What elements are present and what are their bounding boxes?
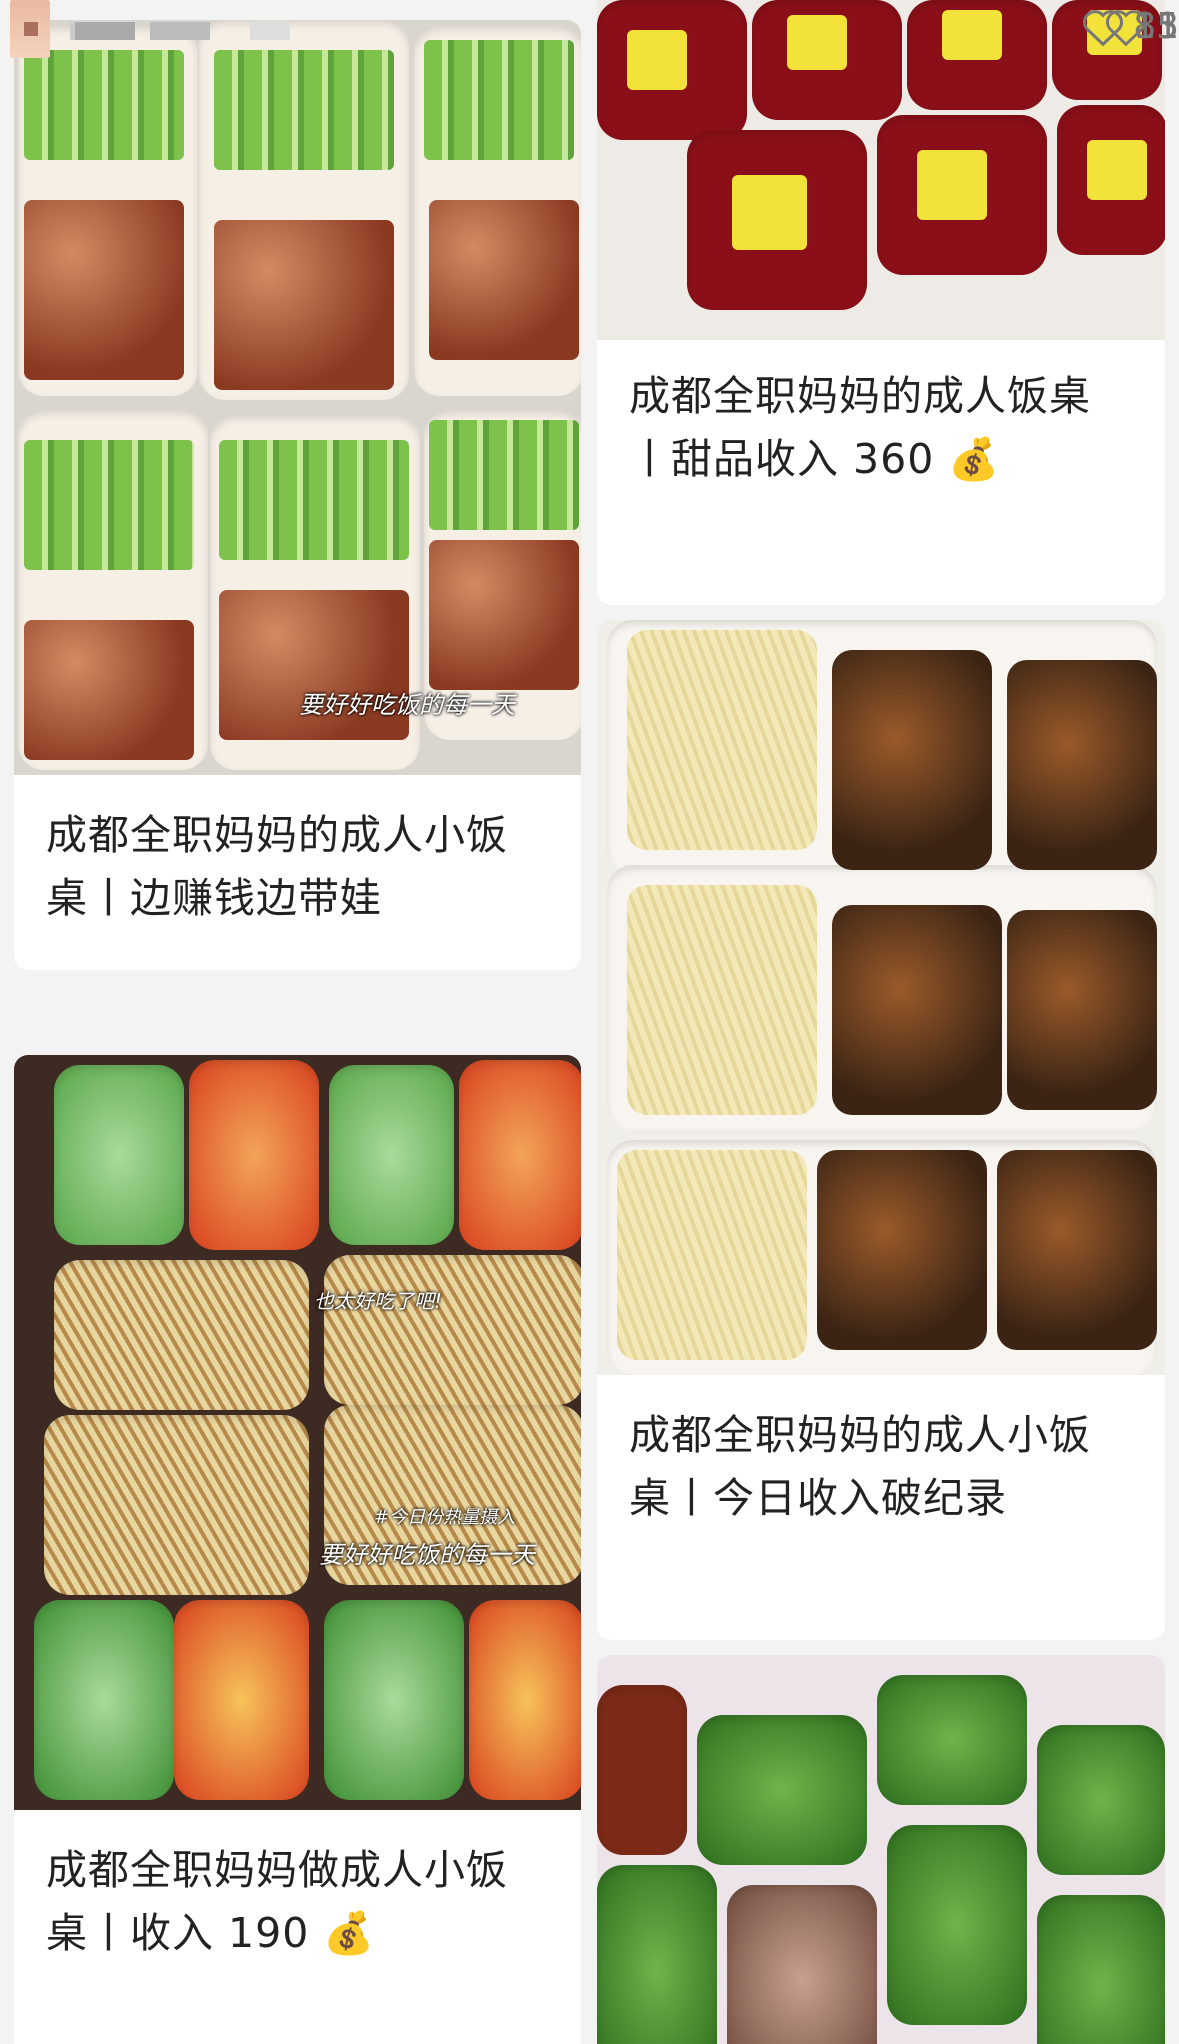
card-4-like-count: 15 <box>1133 6 1179 47</box>
card-1-title[interactable]: 成都全职妈妈的成人小饭 桌丨边赚钱边带娃 <box>46 804 553 930</box>
heart-icon <box>1083 9 1124 46</box>
card-4-image-caption-2: 也太好吃了吧! <box>314 1289 443 1313</box>
card-4-avatar[interactable] <box>10 0 50 58</box>
card-2-title[interactable]: 成都全职妈妈的成人饭桌 丨甜品收入 360 💰 <box>629 365 1137 491</box>
card-3-image[interactable] <box>597 620 1165 1375</box>
card-5-image[interactable] <box>597 1655 1165 2044</box>
card-2-label <box>627 30 687 90</box>
feed-card-2[interactable]: 成都全职妈妈的成人饭桌 丨甜品收入 360 💰 <box>597 0 1165 605</box>
card-4-title[interactable]: 成都全职妈妈做成人小饭 桌丨收入 190 💰 <box>46 1839 553 1965</box>
card-3-title[interactable]: 成都全职妈妈的成人小饭 桌丨今日收入破纪录 <box>629 1404 1137 1530</box>
card-4-image[interactable]: 也太好吃了吧! #今日份热量摄入 要好好吃饭的每一天 <box>14 1055 581 1810</box>
card-4-image-caption: 要好好吃饭的每一天 <box>319 1541 535 1569</box>
card-1-meta <box>46 965 555 970</box>
card-4-like-button[interactable]: 15 <box>1081 6 1179 47</box>
feed-card-3[interactable]: 成都全职妈妈的成人小饭 桌丨今日收入破纪录 <box>597 620 1165 1640</box>
feed-card-4[interactable]: 也太好吃了吧! #今日份热量摄入 要好好吃饭的每一天 成都全职妈妈做成人小饭 桌… <box>14 1055 581 2044</box>
card-4-author-name[interactable] <box>75 22 135 40</box>
card-4-image-caption-3: #今日份热量摄入 <box>374 1507 516 1528</box>
card-2-image[interactable] <box>597 0 1165 340</box>
card-1-image[interactable]: 要好好吃饭的每一天 <box>14 20 581 775</box>
card-1-image-caption: 要好好吃饭的每一天 <box>299 691 515 719</box>
feed-card-1[interactable]: 要好好吃饭的每一天 成都全职妈妈的成人小饭 桌丨边赚钱边带娃 <box>14 20 581 970</box>
feed-card-5[interactable] <box>597 1655 1165 2044</box>
